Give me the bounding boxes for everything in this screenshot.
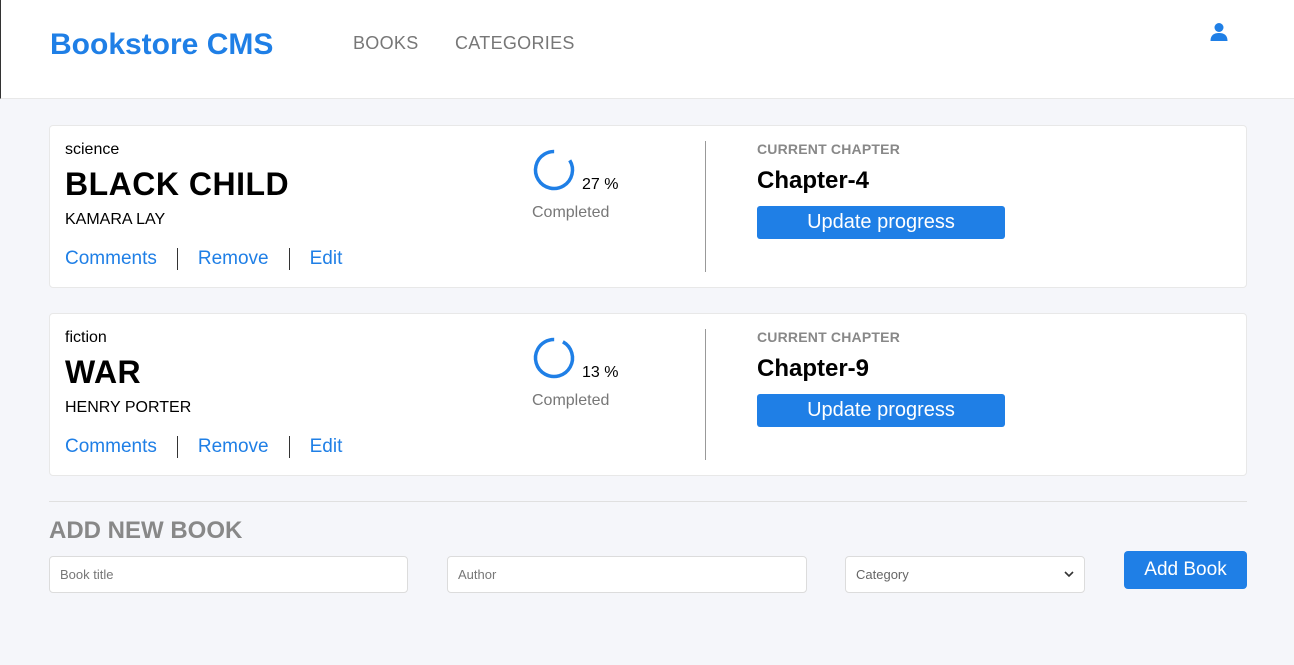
book-genre: fiction bbox=[65, 329, 107, 346]
book-card: science BLACK CHILD KAMARA LAY Comments … bbox=[49, 125, 1247, 288]
progress-percent: 13 % bbox=[582, 364, 619, 381]
progress-label: Completed bbox=[532, 204, 610, 221]
category-select-value: Category bbox=[856, 567, 909, 582]
app-header: Bookstore CMS BOOKS CATEGORIES bbox=[0, 0, 1294, 99]
comments-button[interactable]: Comments bbox=[65, 436, 177, 458]
user-icon[interactable] bbox=[1205, 18, 1233, 46]
nav-books[interactable]: BOOKS bbox=[353, 33, 419, 54]
author-input[interactable] bbox=[447, 556, 807, 593]
app-logo[interactable]: Bookstore CMS bbox=[50, 28, 273, 62]
add-book-button[interactable]: Add Book bbox=[1124, 551, 1247, 589]
chevron-down-icon bbox=[1064, 571, 1074, 578]
book-card: fiction WAR HENRY PORTER Comments Remove… bbox=[49, 313, 1247, 476]
category-select[interactable]: Category bbox=[845, 556, 1085, 593]
edit-button[interactable]: Edit bbox=[288, 436, 363, 458]
card-divider bbox=[705, 141, 706, 272]
book-author: KAMARA LAY bbox=[65, 211, 166, 228]
current-chapter-value: Chapter-4 bbox=[757, 167, 870, 194]
update-progress-button[interactable]: Update progress bbox=[757, 206, 1005, 239]
current-chapter-label: CURRENT CHAPTER bbox=[757, 141, 900, 157]
remove-button[interactable]: Remove bbox=[176, 248, 289, 270]
progress-indicator: 13 % Completed bbox=[532, 336, 632, 416]
book-title-input[interactable] bbox=[49, 556, 408, 593]
book-genre: science bbox=[65, 141, 120, 158]
progress-ring bbox=[533, 337, 575, 379]
current-chapter-value: Chapter-9 bbox=[757, 355, 870, 382]
nav-categories[interactable]: CATEGORIES bbox=[455, 33, 575, 54]
book-actions: Comments Remove Edit bbox=[65, 248, 362, 270]
edit-button[interactable]: Edit bbox=[288, 248, 363, 270]
remove-button[interactable]: Remove bbox=[176, 436, 289, 458]
current-chapter-label: CURRENT CHAPTER bbox=[757, 329, 900, 345]
card-divider bbox=[705, 329, 706, 460]
progress-percent: 27 % bbox=[582, 176, 619, 193]
book-actions: Comments Remove Edit bbox=[65, 436, 362, 458]
section-divider bbox=[49, 501, 1247, 502]
add-book-heading: ADD NEW BOOK bbox=[49, 517, 243, 544]
progress-ring bbox=[533, 149, 575, 191]
progress-indicator: 27 % Completed bbox=[532, 148, 632, 228]
book-title: BLACK CHILD bbox=[65, 166, 290, 202]
comments-button[interactable]: Comments bbox=[65, 248, 177, 270]
progress-label: Completed bbox=[532, 392, 610, 409]
book-title: WAR bbox=[65, 354, 142, 390]
book-author: HENRY PORTER bbox=[65, 399, 192, 416]
update-progress-button[interactable]: Update progress bbox=[757, 394, 1005, 427]
